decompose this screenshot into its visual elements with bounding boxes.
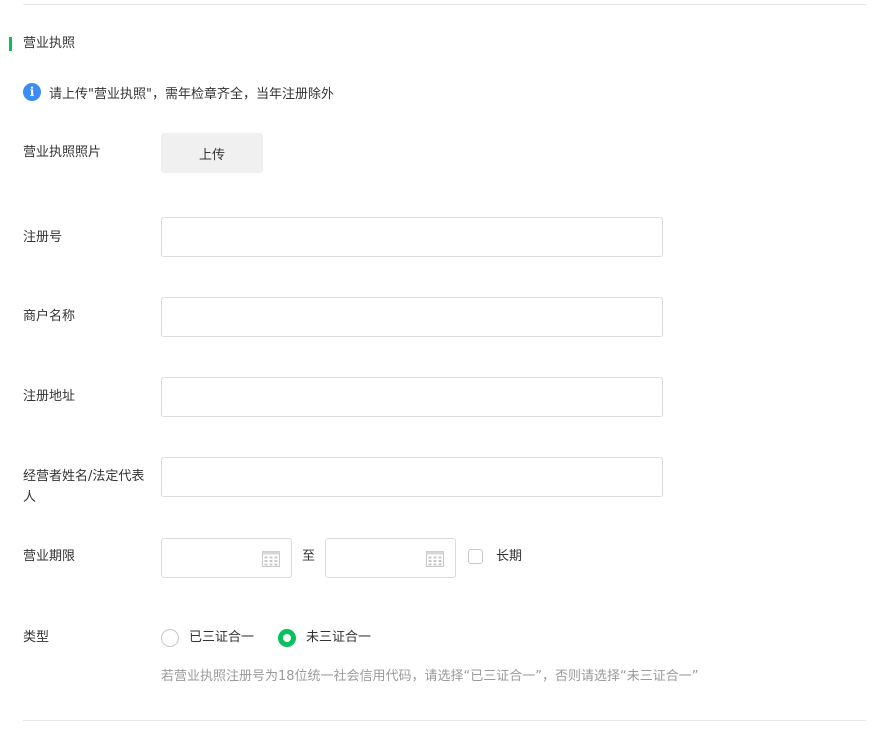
notice-text: 请上传"营业执照"，需年检章齐全，当年注册除外 — [49, 86, 334, 102]
reg-address-input[interactable] — [161, 377, 663, 417]
info-icon: i — [23, 83, 41, 101]
type-label: 类型 — [23, 630, 50, 645]
upload-button[interactable]: 上传 — [161, 133, 263, 173]
reg-number-label: 注册号 — [23, 230, 63, 245]
term-start-date-input[interactable] — [161, 538, 292, 578]
legal-rep-label: 经营者姓名/法定代表人 — [23, 469, 145, 505]
radio-three-in-one[interactable] — [161, 629, 179, 647]
license-photo-label: 营业执照照片 — [23, 145, 102, 160]
long-term-label[interactable]: 长期 — [496, 547, 522, 567]
top-divider — [23, 4, 866, 5]
reg-number-input[interactable] — [161, 217, 663, 257]
long-term-checkbox[interactable] — [468, 549, 483, 564]
calendar-icon[interactable] — [426, 550, 444, 567]
bottom-divider — [23, 720, 866, 721]
notice: i 请上传"营业执照"，需年检章齐全，当年注册除外 — [23, 83, 334, 102]
radio-not-three-in-one-label[interactable]: 未三证合一 — [306, 628, 371, 648]
radio-not-three-in-one[interactable] — [278, 629, 296, 647]
to-label: 至 — [302, 549, 316, 564]
legal-rep-input[interactable] — [161, 457, 663, 497]
reg-address-label: 注册地址 — [23, 389, 76, 404]
type-hint: 若营业执照注册号为18位统一社会信用代码，请选择“已三证合一”，否则请选择“未三… — [161, 669, 699, 684]
section-title: 营业执照 — [23, 36, 76, 51]
calendar-icon[interactable] — [262, 550, 280, 567]
section-accent-bar — [9, 37, 12, 51]
merchant-name-label: 商户名称 — [23, 309, 76, 324]
term-end-date-input[interactable] — [325, 538, 456, 578]
radio-three-in-one-label[interactable]: 已三证合一 — [189, 628, 254, 648]
merchant-name-input[interactable] — [161, 297, 663, 337]
business-term-label: 营业期限 — [23, 549, 76, 564]
